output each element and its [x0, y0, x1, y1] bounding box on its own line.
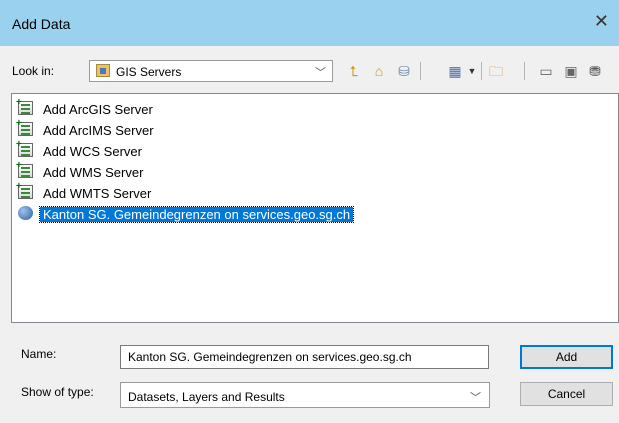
add-server-icon: + — [16, 161, 33, 178]
list-item-label: Kanton SG. Gemeindegrenzen on services.g… — [38, 206, 355, 223]
view-menu-icon[interactable]: ▦ — [444, 60, 466, 82]
wms-connection-icon — [18, 206, 33, 220]
chevron-down-icon[interactable]: ﹀ — [470, 389, 481, 405]
list-item[interactable]: + Add WMS Server — [16, 161, 618, 181]
add-server-icon: + — [16, 98, 33, 115]
show-type-value: Datasets, Layers and Results — [128, 390, 285, 404]
chevron-down-icon[interactable]: ﹀ — [315, 64, 326, 80]
list-item-label: Add WMTS Server — [43, 186, 152, 201]
server-list[interactable]: + Add ArcGIS Server + Add ArcIMS Server … — [11, 93, 619, 323]
cancel-button[interactable]: Cancel — [520, 382, 613, 406]
look-in-label: Look in: — [12, 64, 55, 78]
connect-to-folder-icon[interactable]: ⛁ — [393, 60, 415, 82]
database-icon[interactable]: ⛃ — [584, 60, 606, 82]
show-type-dropdown[interactable]: Datasets, Layers and Results ﹀ — [120, 382, 490, 408]
add-button[interactable]: Add — [520, 345, 613, 369]
name-field[interactable] — [120, 345, 489, 369]
window-title: Add Data — [12, 16, 71, 32]
look-in-value: GIS Servers — [116, 65, 182, 79]
show-type-label: Show of type: — [21, 385, 94, 399]
list-item[interactable]: + Add WMTS Server — [16, 182, 618, 202]
list-item-label: Add WCS Server — [43, 144, 142, 159]
add-server-icon: + — [16, 182, 33, 199]
gis-servers-folder-icon — [96, 64, 110, 77]
list-item-label: Add WMS Server — [43, 165, 144, 180]
list-item-label: Add ArcGIS Server — [43, 102, 153, 117]
list-item[interactable]: + Add ArcIMS Server — [16, 119, 618, 139]
new-folder-icon[interactable]: 🗀 — [485, 60, 507, 82]
list-item[interactable]: + Add WCS Server — [16, 140, 618, 160]
add-server-icon: + — [16, 119, 33, 136]
toolbar-separator — [481, 62, 482, 80]
go-home-icon[interactable]: ⌂ — [368, 60, 390, 82]
look-in-dropdown[interactable]: GIS Servers ﹀ — [89, 60, 333, 82]
list-item[interactable]: + Add ArcGIS Server — [16, 98, 618, 118]
toolbox-icon[interactable]: ▭ — [535, 60, 557, 82]
add-server-icon: + — [16, 140, 33, 157]
list-item-selected[interactable]: Kanton SG. Gemeindegrenzen on services.g… — [18, 204, 618, 223]
view-dropdown-caret-icon[interactable]: ▼ — [466, 60, 478, 82]
close-icon[interactable]: ✕ — [594, 11, 609, 32]
list-item-label: Add ArcIMS Server — [43, 123, 154, 138]
toolbar-separator — [420, 62, 421, 80]
up-one-level-icon[interactable]: ⮤ — [343, 60, 365, 82]
catalog-icon[interactable]: ▣ — [560, 60, 582, 82]
toolbar-separator — [524, 62, 525, 80]
name-label: Name: — [21, 347, 57, 361]
title-bar: Add Data ✕ — [0, 0, 619, 46]
